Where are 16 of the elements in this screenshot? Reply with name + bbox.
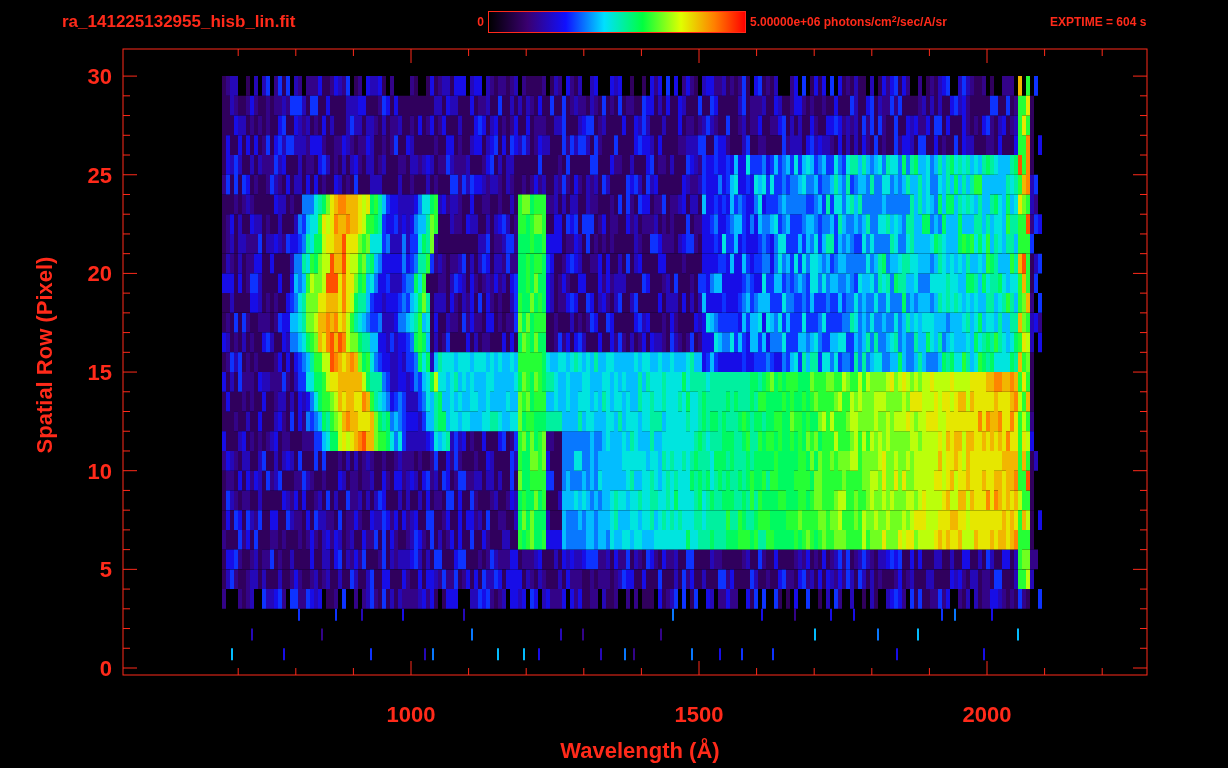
y-tick-label: 5 [99, 557, 112, 583]
exposure-time-label: EXPTIME = 604 s [1050, 14, 1147, 31]
x-tick-label: 1000 [386, 702, 436, 727]
x-tick-label: 2000 [962, 702, 1012, 727]
y-tick-label: 0 [99, 656, 112, 681]
y-axis-label: Spatial Row (Pixel) [32, 256, 57, 454]
file-title: ra_141225132955_hisb_lin.fit [62, 11, 297, 34]
x-axis-label: Wavelength (Å) [560, 738, 720, 763]
colorbar-max-label: 5.00000e+06 photons/cm$^{2}$/sec/A/sr [750, 13, 948, 31]
y-tick-label: 25 [87, 162, 112, 188]
x-tick-label: 1500 [674, 702, 724, 727]
y-tick-label: 30 [87, 64, 112, 90]
y-tick-label: 15 [87, 360, 112, 386]
y-tick-label: 10 [87, 458, 112, 484]
y-tick-label: 20 [87, 261, 112, 287]
colorbar-min-label: 0 [476, 14, 484, 31]
